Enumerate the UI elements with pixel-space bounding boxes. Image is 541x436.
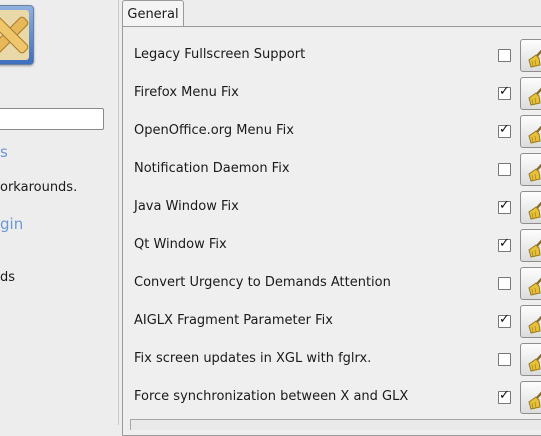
broom-icon [528, 239, 541, 258]
option-label: Java Window Fix [134, 199, 239, 214]
broom-icon [528, 201, 541, 220]
broom-icon [528, 315, 541, 334]
tab-general[interactable]: General [122, 0, 184, 27]
option-row: Legacy Fullscreen Support [134, 37, 541, 75]
option-label: Convert Urgency to Demands Attention [134, 275, 391, 290]
option-row: Fix screen updates in XGL with fglrx. [134, 341, 541, 379]
checkmark-icon: ✓ [499, 198, 510, 213]
reset-to-default-button[interactable] [520, 115, 541, 148]
reset-to-default-button[interactable] [520, 343, 541, 376]
reset-to-default-button[interactable] [520, 153, 541, 186]
checkmark-icon: ✓ [499, 236, 510, 251]
option-label: Legacy Fullscreen Support [134, 47, 306, 62]
sidebar: s orkarounds. gin ds [0, 0, 116, 425]
checkmark-icon: ✓ [499, 84, 510, 99]
checkmark-icon: ✓ [499, 388, 510, 403]
reset-to-default-button[interactable] [520, 229, 541, 262]
sidebar-divider [118, 0, 119, 425]
option-label: Force synchronization between X and GLX [134, 389, 409, 404]
broom-icon [528, 49, 541, 68]
option-label: Firefox Menu Fix [134, 85, 239, 100]
option-label: Notification Daemon Fix [134, 161, 290, 176]
option-label: Qt Window Fix [134, 237, 227, 252]
sidebar-link[interactable]: s [0, 143, 8, 161]
option-row: OpenOffice.org Menu Fix ✓ [134, 113, 541, 151]
option-checkbox[interactable]: ✓ [498, 122, 511, 138]
option-row: Firefox Menu Fix ✓ [134, 75, 541, 113]
option-checkbox[interactable] [498, 49, 511, 62]
checkmark-icon: ✓ [499, 312, 510, 327]
broom-icon [528, 277, 541, 296]
search-input[interactable] [0, 108, 104, 130]
broom-icon [528, 125, 541, 144]
checkmark-icon: ✓ [499, 122, 510, 137]
reset-to-default-button[interactable] [520, 191, 541, 224]
option-row: AIGLX Fragment Parameter Fix ✓ [134, 303, 541, 341]
broom-icon [528, 163, 541, 182]
option-row: Qt Window Fix ✓ [134, 227, 541, 265]
reset-to-default-button[interactable] [520, 39, 541, 72]
broom-icon [528, 87, 541, 106]
option-checkbox[interactable] [498, 163, 511, 176]
reset-to-default-button[interactable] [520, 381, 541, 414]
option-label: Fix screen updates in XGL with fglrx. [134, 351, 372, 366]
option-checkbox[interactable] [498, 277, 511, 290]
option-checkbox[interactable]: ✓ [498, 84, 511, 100]
option-row: Notification Daemon Fix [134, 151, 541, 189]
option-row: Force synchronization between X and GLX ✓ [134, 379, 541, 417]
option-row: Java Window Fix ✓ [134, 189, 541, 227]
option-label: OpenOffice.org Menu Fix [134, 123, 294, 138]
broom-icon [528, 391, 541, 410]
option-row: Convert Urgency to Demands Attention [134, 265, 541, 303]
reset-to-default-button[interactable] [520, 77, 541, 110]
reset-to-default-button[interactable] [520, 305, 541, 338]
option-checkbox[interactable] [498, 353, 511, 366]
sidebar-plugin-link[interactable]: gin [0, 215, 23, 233]
option-label: AIGLX Fragment Parameter Fix [134, 313, 333, 328]
reset-to-default-button[interactable] [520, 267, 541, 300]
plugin-description: orkarounds. [0, 180, 78, 195]
broom-icon [528, 353, 541, 372]
workarounds-plugin-icon [0, 5, 34, 65]
option-checkbox[interactable]: ✓ [498, 198, 511, 214]
option-checkbox[interactable]: ✓ [498, 312, 511, 328]
option-checkbox[interactable]: ✓ [498, 388, 511, 404]
sidebar-text: ds [0, 270, 16, 285]
option-checkbox[interactable]: ✓ [498, 236, 511, 252]
